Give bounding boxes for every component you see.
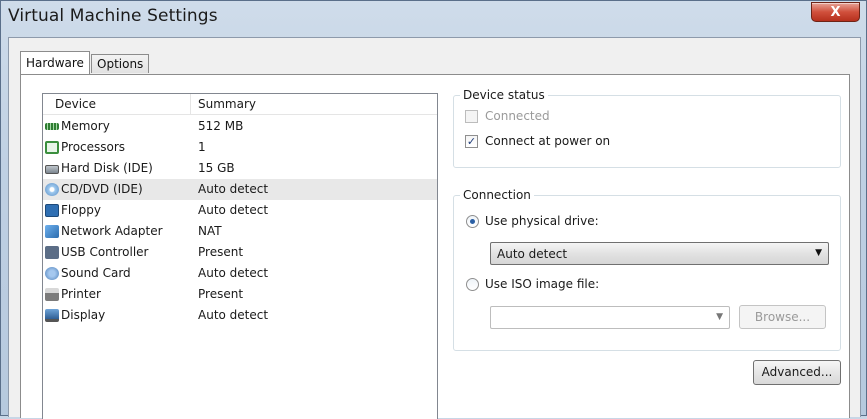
use-physical-drive-label: Use physical drive: [485, 214, 599, 228]
connected-label: Connected [485, 109, 550, 123]
connect-at-power-on-label: Connect at power on [485, 134, 611, 148]
use-iso-image-label: Use ISO image file: [485, 277, 600, 291]
processor-icon [45, 141, 59, 154]
printer-icon [45, 288, 59, 301]
checkmark-icon: ✓ [466, 135, 477, 148]
device-name: Hard Disk (IDE) [61, 161, 153, 175]
tab-hardware[interactable]: Hardware [20, 51, 90, 74]
device-summary: Present [198, 245, 244, 259]
use-iso-image-radio[interactable] [466, 278, 479, 291]
tab-options[interactable]: Options [91, 54, 150, 73]
physical-drive-value: Auto detect [497, 247, 568, 261]
memory-icon [45, 123, 59, 130]
network-adapter-icon [45, 225, 59, 238]
device-row-cd-dvd[interactable]: CD/DVD (IDE) Auto detect [43, 179, 437, 200]
close-button[interactable]: X [811, 2, 860, 22]
device-name: CD/DVD (IDE) [61, 182, 143, 196]
advanced-button[interactable]: Advanced... [753, 360, 841, 385]
device-summary: NAT [198, 224, 222, 238]
device-summary: 1 [198, 140, 206, 154]
device-name: Processors [61, 140, 126, 154]
hard-disk-icon [45, 165, 59, 174]
device-row-memory[interactable]: Memory 512 MB [43, 116, 437, 137]
connect-at-power-on-checkbox[interactable]: ✓ [465, 135, 478, 148]
device-summary: Auto detect [198, 182, 269, 196]
hardware-tab-panel: Device Summary Memory 512 MB Processors … [20, 74, 850, 419]
device-summary: Present [198, 287, 244, 301]
device-status-label: Device status [460, 88, 548, 102]
device-summary: Auto detect [198, 308, 269, 322]
connection-label: Connection [460, 188, 534, 202]
column-divider[interactable] [190, 94, 191, 114]
device-row-printer[interactable]: Printer Present [43, 284, 437, 305]
use-physical-drive-radio[interactable] [466, 215, 479, 228]
iso-image-select[interactable]: ▼ [490, 306, 730, 329]
browse-button[interactable]: Browse... [739, 305, 826, 329]
device-row-sound-card[interactable]: Sound Card Auto detect [43, 263, 437, 284]
physical-drive-select[interactable]: Auto detect ▼ [490, 242, 829, 265]
chevron-down-icon: ▼ [716, 312, 723, 322]
display-icon [45, 309, 59, 322]
device-name: Sound Card [61, 266, 131, 280]
column-header-summary[interactable]: Summary [198, 97, 256, 111]
device-row-usb-controller[interactable]: USB Controller Present [43, 242, 437, 263]
chevron-down-icon: ▼ [815, 248, 822, 258]
device-summary: 15 GB [198, 161, 235, 175]
device-name: Floppy [61, 203, 101, 217]
connected-checkbox[interactable] [465, 110, 478, 123]
close-icon: X [830, 4, 841, 20]
device-name: Memory [61, 119, 110, 133]
device-row-floppy[interactable]: Floppy Auto detect [43, 200, 437, 221]
device-name: Printer [61, 287, 101, 301]
device-row-hard-disk[interactable]: Hard Disk (IDE) 15 GB [43, 158, 437, 179]
device-status-group: Device status Connected ✓ Connect at pow… [453, 88, 841, 168]
device-summary: 512 MB [198, 119, 244, 133]
device-row-display[interactable]: Display Auto detect [43, 305, 437, 326]
device-list[interactable]: Device Summary Memory 512 MB Processors … [42, 93, 438, 419]
cd-dvd-icon [45, 183, 59, 196]
device-summary: Auto detect [198, 266, 269, 280]
device-summary: Auto detect [198, 203, 269, 217]
connection-group: Connection Use physical drive: Auto dete… [453, 188, 841, 351]
device-name: Network Adapter [61, 224, 163, 238]
device-list-header: Device Summary [43, 94, 437, 115]
device-row-network-adapter[interactable]: Network Adapter NAT [43, 221, 437, 242]
sound-card-icon [45, 267, 59, 280]
floppy-icon [45, 204, 59, 217]
window-title: Virtual Machine Settings [8, 6, 218, 26]
usb-controller-icon [45, 246, 59, 259]
device-row-processors[interactable]: Processors 1 [43, 137, 437, 158]
column-header-device[interactable]: Device [55, 97, 96, 111]
device-name: USB Controller [61, 245, 149, 259]
dialog-client-area: Hardware Options Device Summary Memory 5… [8, 37, 861, 419]
title-bar[interactable]: Virtual Machine Settings X [1, 1, 866, 37]
device-name: Display [61, 308, 106, 322]
vm-settings-window: Virtual Machine Settings X Hardware Opti… [0, 0, 867, 419]
